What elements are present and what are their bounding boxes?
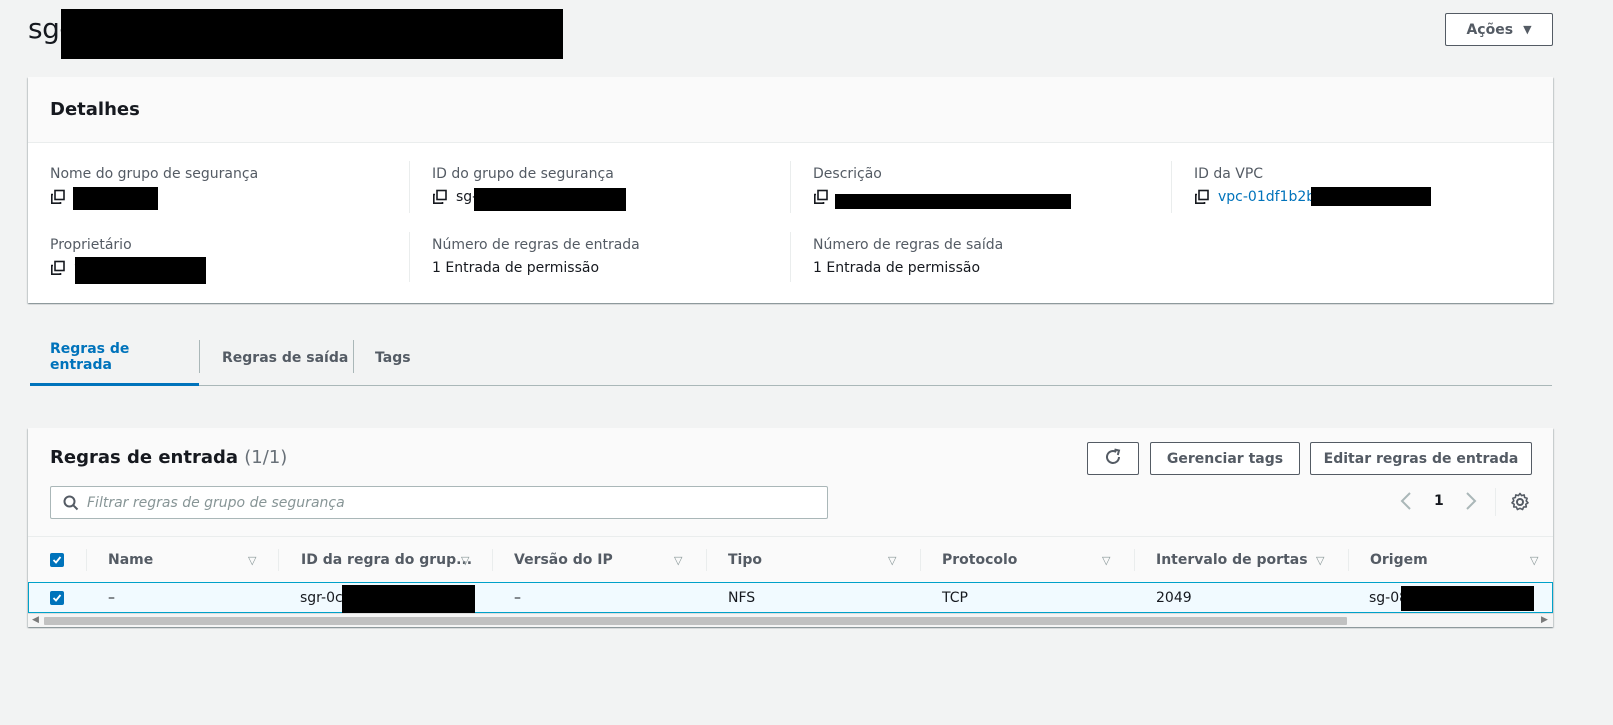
- redacted-title: [61, 9, 563, 59]
- details-title: Detalhes: [50, 99, 140, 120]
- page-number[interactable]: 1: [1434, 493, 1444, 509]
- field-label: Descrição: [813, 166, 882, 182]
- details-header: Detalhes: [28, 77, 1553, 143]
- cell-type: NFS: [728, 589, 756, 606]
- column-divider: [492, 549, 493, 571]
- field-label: Número de regras de entrada: [432, 237, 640, 253]
- vpc-link[interactable]: vpc-01df1b2b: [1218, 189, 1315, 205]
- select-all-checkbox[interactable]: [50, 537, 64, 583]
- sort-caret-icon: ▽: [674, 553, 683, 567]
- search-input[interactable]: [87, 494, 827, 511]
- rules-title: Regras de entrada (1/1): [50, 447, 288, 468]
- scroll-left-icon[interactable]: ◀: [32, 615, 39, 625]
- sort-caret-icon: ▽: [1316, 553, 1325, 567]
- sort-caret-icon: ▽: [461, 553, 470, 567]
- column-divider: [409, 232, 410, 282]
- filter-search-field[interactable]: [50, 486, 828, 519]
- redacted-value: [342, 585, 475, 614]
- horizontal-scrollbar[interactable]: ◀ ▶: [28, 613, 1553, 627]
- field-label: ID da VPC: [1194, 166, 1264, 182]
- manage-tags-button[interactable]: Gerenciar tags: [1150, 442, 1300, 475]
- refresh-button[interactable]: [1087, 442, 1139, 475]
- column-header-protocol[interactable]: Protocolo ▽: [942, 537, 1132, 583]
- column-header-name[interactable]: Name ▽: [108, 537, 278, 583]
- field-vpc-id: ID da VPC vpc-01df1b2b: [1194, 166, 1315, 206]
- sort-caret-icon: ▽: [888, 553, 897, 567]
- row-checkbox[interactable]: [50, 583, 64, 612]
- cell-protocol: TCP: [942, 589, 968, 606]
- cell-rule-id: sgr-0c: [300, 589, 343, 606]
- actions-label: Ações: [1466, 21, 1514, 38]
- field-label: Número de regras de saída: [813, 237, 1004, 253]
- tab-separator: [353, 340, 354, 373]
- actions-dropdown-button[interactable]: Ações ▼: [1445, 13, 1553, 46]
- redacted-value: [835, 194, 1071, 209]
- copy-icon[interactable]: [813, 189, 829, 205]
- field-inbound-count: Número de regras de entrada 1 Entrada de…: [432, 237, 640, 277]
- column-header-type[interactable]: Tipo ▽: [728, 537, 918, 583]
- scroll-right-icon[interactable]: ▶: [1541, 615, 1548, 625]
- column-divider: [1134, 549, 1135, 571]
- copy-icon[interactable]: [1194, 189, 1210, 205]
- column-divider: [86, 549, 87, 571]
- field-value: 1 Entrada de permissão: [813, 260, 981, 276]
- redacted-value: [1401, 586, 1534, 611]
- copy-icon[interactable]: [432, 189, 448, 205]
- column-divider: [1348, 549, 1349, 571]
- copy-icon[interactable]: [50, 260, 66, 276]
- settings-gear-icon[interactable]: [1510, 492, 1530, 516]
- details-panel: Detalhes Nome do grupo de segurança ID d…: [28, 77, 1553, 303]
- field-outbound-count: Número de regras de saída 1 Entrada de p…: [813, 237, 1003, 277]
- column-header-source[interactable]: Origem ▽: [1370, 537, 1546, 583]
- column-divider: [278, 549, 279, 571]
- field-label: Proprietário: [50, 237, 132, 253]
- sort-caret-icon: ▽: [1102, 553, 1111, 567]
- column-divider: [790, 161, 791, 213]
- chevron-right-icon[interactable]: [1465, 491, 1477, 516]
- rules-count: (1/1): [244, 447, 288, 468]
- cell-port-range: 2049: [1156, 589, 1192, 606]
- column-header-rule-id[interactable]: ID da regra do grup... ▽: [301, 537, 491, 583]
- cell-ip-version: –: [514, 589, 521, 606]
- sort-caret-icon: ▽: [248, 553, 257, 567]
- column-divider: [706, 549, 707, 571]
- column-divider: [790, 232, 791, 282]
- field-value: 1 Entrada de permissão: [432, 260, 600, 276]
- redacted-value: [73, 187, 158, 210]
- column-divider: [409, 161, 410, 213]
- field-value: vpc-01df1b2b: [1194, 188, 1315, 206]
- search-icon: [63, 495, 79, 515]
- refresh-icon: [1103, 447, 1123, 471]
- chevron-left-icon[interactable]: [1400, 491, 1412, 516]
- field-label: ID do grupo de segurança: [432, 166, 614, 182]
- sort-caret-icon: ▽: [1530, 553, 1539, 567]
- redacted-value: [1311, 187, 1431, 206]
- column-header-ip-version[interactable]: Versão do IP ▽: [514, 537, 704, 583]
- redacted-value: [474, 188, 626, 211]
- redacted-value: [75, 257, 206, 284]
- caret-down-icon: ▼: [1523, 23, 1532, 36]
- table-row[interactable]: – sgr-0c – NFS TCP 2049 sg-08: [28, 582, 1553, 614]
- pager-divider: [1495, 488, 1496, 516]
- tab-outbound-rules[interactable]: Regras de saída: [202, 330, 368, 386]
- tab-tags[interactable]: Tags: [355, 330, 431, 386]
- cell-name: –: [108, 589, 115, 606]
- scrollbar-thumb[interactable]: [44, 617, 1347, 625]
- column-header-port-range[interactable]: Intervalo de portas ▽: [1156, 537, 1346, 583]
- edit-inbound-rules-button[interactable]: Editar regras de entrada: [1310, 442, 1532, 475]
- tab-bar: Regras de entrada Regras de saída Tags: [30, 330, 1552, 386]
- field-label: Nome do grupo de segurança: [50, 166, 259, 182]
- tab-separator: [199, 340, 200, 373]
- tab-inbound-rules[interactable]: Regras de entrada: [30, 330, 199, 386]
- column-divider: [1171, 161, 1172, 213]
- inbound-rules-panel: Regras de entrada (1/1) Gerenciar tags E…: [28, 428, 1553, 627]
- table-header: Name ▽ ID da regra do grup... ▽ Versão d…: [28, 536, 1553, 582]
- copy-icon[interactable]: [50, 189, 66, 205]
- column-divider: [920, 549, 921, 571]
